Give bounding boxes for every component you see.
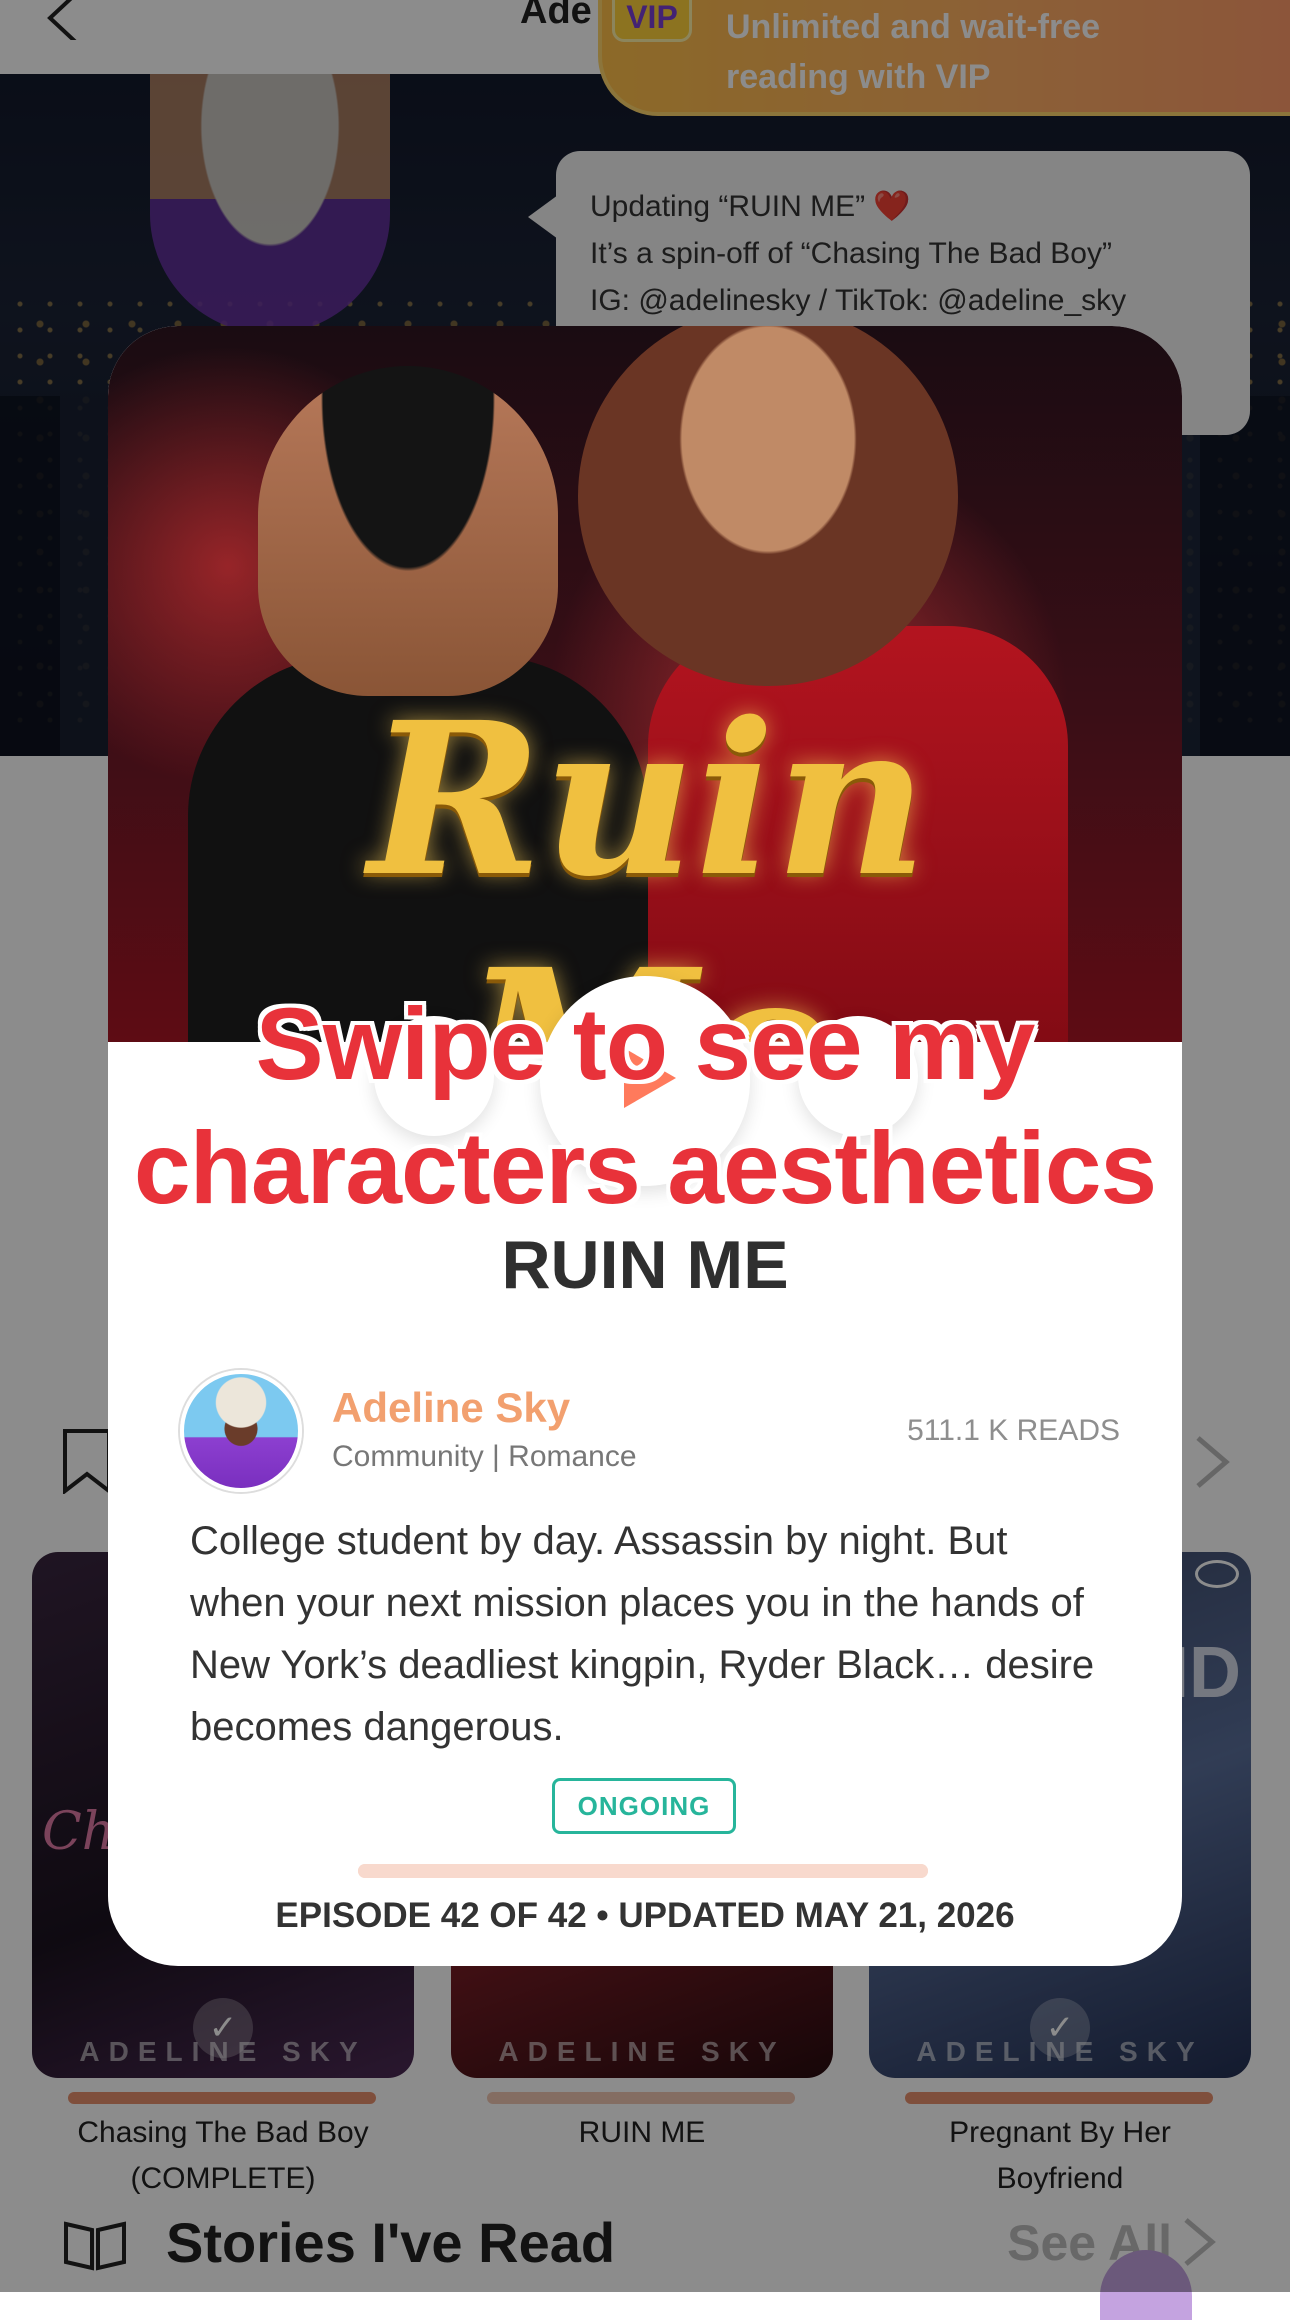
story-cover-art: Ruin Me bbox=[108, 326, 1182, 1042]
avatar[interactable] bbox=[180, 1370, 302, 1492]
swipe-caption-overlay: Swipe to see my characters aesthetics bbox=[108, 982, 1182, 1230]
episode-progress-bar bbox=[358, 1864, 928, 1878]
swipe-caption-line-2: characters aesthetics bbox=[133, 1111, 1157, 1225]
story-synopsis: College student by day. Assassin by nigh… bbox=[190, 1519, 1095, 1749]
story-preview-card: Ruin Me Swipe to see my characters aesth… bbox=[108, 326, 1182, 1966]
cover-character-male bbox=[258, 366, 558, 696]
author-name[interactable]: Adeline Sky bbox=[332, 1384, 570, 1432]
author-row[interactable]: Adeline Sky Community | Romance 511.1 K … bbox=[180, 1370, 1120, 1492]
author-category: Community | Romance bbox=[332, 1440, 637, 1473]
episode-info: EPISODE 42 OF 42 • UPDATED MAY 21, 2026 bbox=[275, 1896, 1015, 1935]
story-title-heading: RUIN ME bbox=[501, 1227, 789, 1303]
status-badge: ONGOING bbox=[552, 1778, 736, 1834]
reads-count: 511.1 K READS bbox=[907, 1414, 1120, 1447]
episode-progress-fill bbox=[358, 1864, 928, 1878]
swipe-caption-line-1: Swipe to see my bbox=[255, 987, 1036, 1101]
